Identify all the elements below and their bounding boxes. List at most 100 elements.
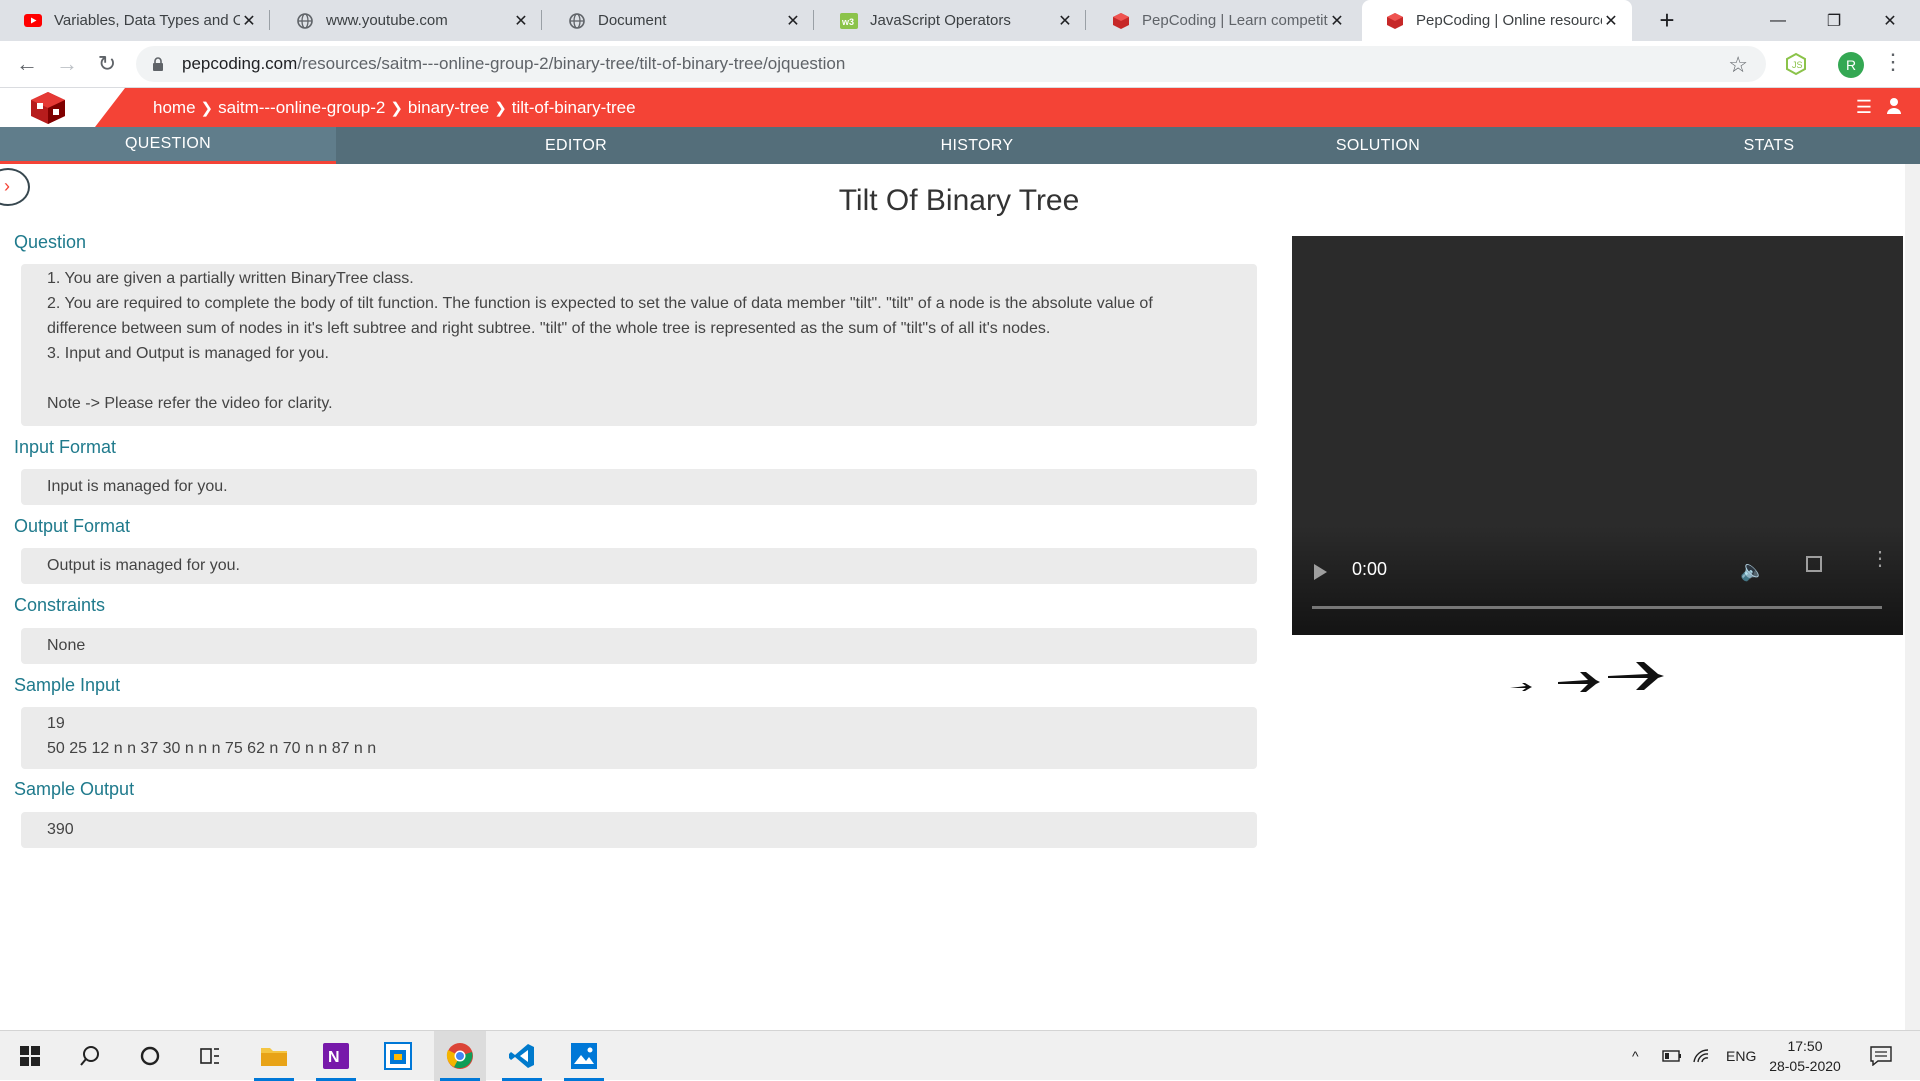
- photos-icon[interactable]: [558, 1031, 610, 1081]
- language-indicator[interactable]: ENG: [1726, 1031, 1756, 1081]
- browser-menu-icon[interactable]: ⋮: [1882, 49, 1904, 75]
- close-tab-icon[interactable]: ✕: [1328, 11, 1346, 31]
- page-title: Tilt Of Binary Tree: [838, 184, 1080, 217]
- close-tab-icon[interactable]: ✕: [784, 11, 802, 31]
- breadcrumb-current[interactable]: tilt-of-binary-tree: [512, 98, 636, 118]
- pepcoding-icon: [1386, 12, 1404, 30]
- store-app-icon[interactable]: [372, 1031, 424, 1081]
- notifications-icon[interactable]: [1870, 1031, 1892, 1081]
- file-explorer-icon[interactable]: [248, 1031, 300, 1081]
- sample-output-text: 390: [47, 821, 74, 838]
- globe-icon: [568, 12, 586, 30]
- close-tab-icon[interactable]: ✕: [240, 11, 258, 31]
- list-menu-icon[interactable]: ☰: [1856, 97, 1872, 120]
- breadcrumb-group[interactable]: saitm---online-group-2: [218, 98, 385, 118]
- sample-input-line: 19: [47, 715, 65, 732]
- tab-stats[interactable]: STATS: [1618, 127, 1920, 164]
- tab-title: www.youtube.com: [326, 12, 448, 29]
- tab-title: JavaScript Operators: [870, 12, 1011, 29]
- constraints-box: None: [21, 628, 1257, 664]
- globe-icon: [296, 12, 314, 30]
- video-more-icon[interactable]: ⋮: [1870, 549, 1890, 569]
- battery-icon[interactable]: [1662, 1031, 1682, 1081]
- play-icon[interactable]: [1314, 564, 1327, 580]
- show-hidden-icons-chevron-icon[interactable]: ^: [1632, 1031, 1639, 1081]
- close-window-icon[interactable]: ✕: [1862, 0, 1918, 41]
- browser-tab[interactable]: w3 JavaScript Operators ✕: [816, 0, 1086, 41]
- breadcrumb-home[interactable]: home: [153, 98, 196, 118]
- close-tab-icon[interactable]: ✕: [512, 11, 530, 31]
- address-bar[interactable]: pepcoding.com/resources/saitm---online-g…: [136, 46, 1766, 82]
- breadcrumb-topic[interactable]: binary-tree: [408, 98, 489, 118]
- browser-tab-active[interactable]: PepCoding | Online resource ✕: [1362, 0, 1632, 41]
- video-time: 0:00: [1352, 559, 1388, 579]
- tab-title: Variables, Data Types and Op: [54, 12, 240, 29]
- vscode-icon[interactable]: [496, 1031, 548, 1081]
- chrome-icon[interactable]: [434, 1031, 486, 1081]
- sample-input-line: 50 25 12 n n 37 30 n n n 75 62 n 70 n n …: [47, 740, 377, 757]
- site-header: home ❯ saitm---online-group-2 ❯ binary-t…: [0, 88, 1920, 127]
- windows-taskbar: N ^ ENG 17:50 28-05-2020: [0, 1030, 1920, 1081]
- question-line: Note -> Please refer the video for clari…: [47, 395, 333, 412]
- pepcoding-icon: [1112, 12, 1130, 30]
- question-line: difference between sum of nodes in it's …: [47, 320, 1051, 337]
- question-box: 1. You are given a partially written Bin…: [21, 264, 1257, 426]
- question-line: 2. You are required to complete the body…: [47, 295, 1153, 312]
- input-format-text: Input is managed for you.: [47, 478, 228, 495]
- problem-content: › Tilt Of Binary Tree Question 1. You ar…: [0, 164, 1920, 1030]
- svg-text:w3: w3: [841, 17, 854, 27]
- close-tab-icon[interactable]: ✕: [1056, 11, 1074, 31]
- fullscreen-icon[interactable]: [1806, 556, 1822, 572]
- input-format-box: Input is managed for you.: [21, 469, 1257, 505]
- back-icon[interactable]: ←: [12, 49, 42, 79]
- browser-tab-strip: Variables, Data Types and Op ✕ www.youtu…: [0, 0, 1920, 41]
- browser-tab[interactable]: Variables, Data Types and Op ✕: [0, 0, 270, 41]
- onenote-icon[interactable]: N: [310, 1031, 362, 1081]
- constraints-label: Constraints: [14, 595, 106, 615]
- reload-icon[interactable]: ↻: [92, 49, 122, 79]
- search-icon[interactable]: [64, 1031, 116, 1081]
- forward-icon[interactable]: →: [52, 49, 82, 79]
- system-clock[interactable]: 17:50 28-05-2020: [1760, 1036, 1850, 1076]
- video-player[interactable]: 0:00 🔈 ⋮: [1292, 236, 1903, 635]
- video-progress-bar[interactable]: [1312, 606, 1882, 609]
- volume-icon[interactable]: 🔈: [1740, 558, 1765, 583]
- cortana-icon[interactable]: [124, 1031, 176, 1081]
- sample-input-box: 19 50 25 12 n n 37 30 n n n 75 62 n 70 n…: [21, 707, 1257, 769]
- wifi-icon[interactable]: [1692, 1031, 1712, 1081]
- minimize-icon[interactable]: —: [1750, 0, 1806, 41]
- browser-tab[interactable]: www.youtube.com ✕: [272, 0, 542, 41]
- user-icon[interactable]: [1886, 97, 1902, 120]
- clock-time: 17:50: [1787, 1038, 1823, 1054]
- tab-editor[interactable]: EDITOR: [336, 127, 816, 164]
- windows-start-icon[interactable]: [4, 1031, 56, 1081]
- svg-text:JS: JS: [1792, 60, 1803, 70]
- browser-tab[interactable]: PepCoding | Learn competiti ✕: [1088, 0, 1358, 41]
- task-view-icon[interactable]: [184, 1031, 236, 1081]
- restore-icon[interactable]: ❐: [1806, 0, 1862, 41]
- sample-output-label: Sample Output: [14, 779, 135, 799]
- output-format-text: Output is managed for you.: [47, 557, 240, 574]
- tab-solution[interactable]: SOLUTION: [1138, 127, 1618, 164]
- tab-question[interactable]: QUESTION: [0, 127, 336, 164]
- bookmark-star-icon[interactable]: ☆: [1728, 52, 1748, 78]
- svg-text:N: N: [328, 1049, 340, 1066]
- page-scrollbar[interactable]: [1905, 164, 1920, 1030]
- browser-toolbar: ← → ↻ pepcoding.com/resources/saitm---on…: [0, 41, 1920, 88]
- fighter-jets-loader-icon: [1510, 662, 1664, 692]
- tab-title: PepCoding | Online resource: [1416, 12, 1602, 29]
- breadcrumb: home ❯ saitm---online-group-2 ❯ binary-t…: [153, 88, 636, 127]
- question-line: 3. Input and Output is managed for you.: [47, 345, 329, 362]
- profile-avatar[interactable]: R: [1838, 52, 1864, 78]
- lock-icon: [152, 56, 166, 72]
- new-tab-button[interactable]: +: [1652, 6, 1682, 36]
- pepcoding-logo[interactable]: [0, 88, 95, 127]
- browser-tab[interactable]: Document ✕: [544, 0, 814, 41]
- nodejs-extension-icon[interactable]: JS: [1784, 52, 1808, 76]
- close-tab-icon[interactable]: ✕: [1602, 11, 1620, 31]
- sample-output-box: 390: [21, 812, 1257, 848]
- tab-history[interactable]: HISTORY: [816, 127, 1138, 164]
- constraints-text: None: [47, 637, 86, 654]
- sample-input-label: Sample Input: [14, 675, 121, 695]
- chevron-right-icon: ❯: [494, 99, 507, 117]
